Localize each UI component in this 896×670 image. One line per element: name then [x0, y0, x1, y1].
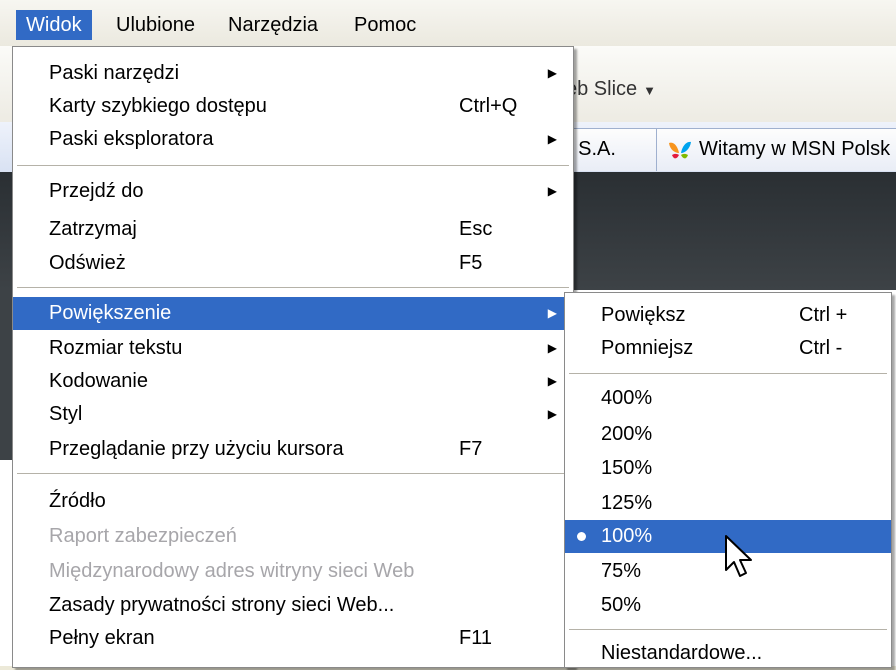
- zoom-item-200[interactable]: 200%: [565, 418, 891, 451]
- menu-tools[interactable]: Narzędzia: [218, 10, 328, 40]
- menu-item-shortcut: Ctrl -: [799, 337, 843, 359]
- menu-item-label: Źródło: [49, 490, 106, 512]
- menu-item-label: 400%: [601, 387, 653, 409]
- web-slice-button[interactable]: eb Slice ▼: [566, 78, 656, 101]
- menu-item-label: 200%: [601, 423, 653, 445]
- menu-bar: Widok Ulubione Narzędzia Pomoc: [0, 0, 896, 47]
- menu-item-label: Styl: [49, 403, 83, 425]
- menu-item-label: 150%: [601, 457, 653, 479]
- menu-item-label: Powiększenie: [49, 302, 172, 324]
- menu-item-encoding[interactable]: Kodowanie ▶: [13, 365, 573, 398]
- submenu-arrow-icon: ▶: [547, 184, 557, 198]
- menu-item-label: 100%: [601, 525, 653, 547]
- zoom-item-50[interactable]: 50%: [565, 589, 891, 622]
- menu-item-label: Zasady prywatności strony sieci Web...: [49, 594, 395, 616]
- submenu-arrow-icon: ▶: [547, 132, 557, 146]
- menu-separator: [17, 287, 569, 288]
- menu-item-explorer-bars[interactable]: Paski eksploratora ▶: [13, 123, 573, 156]
- menu-item-label: Odśwież: [49, 252, 126, 274]
- menu-favorites[interactable]: Ulubione: [106, 10, 205, 40]
- menu-item-shortcut: Esc: [459, 218, 493, 240]
- submenu-arrow-icon: ▶: [547, 66, 557, 80]
- zoom-item-400[interactable]: 400%: [565, 382, 891, 415]
- menu-item-shortcut: Ctrl+Q: [459, 95, 518, 117]
- zoom-item-150[interactable]: 150%: [565, 452, 891, 485]
- menu-item-label: Paski narzędzi: [49, 62, 180, 84]
- menu-separator: [17, 473, 569, 474]
- tab-msn[interactable]: Witamy w MSN Polsk: [656, 128, 896, 171]
- zoom-item-zoom-out[interactable]: Pomniejsz Ctrl -: [565, 332, 891, 365]
- zoom-item-125[interactable]: 125%: [565, 487, 891, 520]
- menu-item-refresh[interactable]: Odśwież F5: [13, 247, 573, 280]
- menu-item-label: Międzynarodowy adres witryny sieci Web: [49, 560, 415, 582]
- menu-item-label: 75%: [601, 560, 642, 582]
- zoom-item-custom[interactable]: Niestandardowe...: [565, 637, 891, 670]
- radio-bullet-icon: [577, 532, 586, 541]
- menu-view[interactable]: Widok: [16, 10, 92, 40]
- menu-item-privacy-policy[interactable]: Zasady prywatności strony sieci Web...: [13, 589, 573, 622]
- dropdown-arrow-icon: ▼: [643, 83, 657, 98]
- menu-item-label: Zatrzymaj: [49, 218, 137, 240]
- menu-separator: [17, 165, 569, 166]
- mouse-cursor-icon: [725, 535, 752, 577]
- menu-item-label: Pomniejsz: [601, 337, 694, 359]
- menu-item-source[interactable]: Źródło: [13, 485, 573, 518]
- zoom-submenu: Powiększ Ctrl + Pomniejsz Ctrl - 400% 20…: [564, 292, 892, 668]
- menu-item-label: Przejdź do: [49, 180, 144, 202]
- menu-item-stop[interactable]: Zatrzymaj Esc: [13, 213, 573, 246]
- submenu-arrow-icon: ▶: [547, 407, 557, 421]
- menu-item-label: Paski eksploratora: [49, 128, 214, 150]
- page-dark-edge: [0, 290, 12, 460]
- menu-separator: [569, 373, 887, 374]
- menu-item-quick-tabs[interactable]: Karty szybkiego dostępu Ctrl+Q: [13, 90, 573, 123]
- menu-item-international-address: Międzynarodowy adres witryny sieci Web: [13, 555, 573, 588]
- menu-item-label: Przeglądanie przy użyciu kursora: [49, 438, 344, 460]
- menu-item-toolbars[interactable]: Paski narzędzi ▶: [13, 57, 573, 90]
- view-menu: Paski narzędzi ▶ Karty szybkiego dostępu…: [12, 46, 574, 668]
- menu-item-shortcut: Ctrl +: [799, 304, 848, 326]
- menu-item-label: Raport zabezpieczeń: [49, 525, 237, 547]
- menu-separator: [569, 629, 887, 630]
- tab-label: t S.A.: [567, 138, 616, 160]
- menu-item-zoom[interactable]: Powiększenie ▶: [13, 297, 573, 330]
- msn-butterfly-icon: [669, 141, 691, 159]
- menu-item-security-report: Raport zabezpieczeń: [13, 520, 573, 553]
- web-slice-label: eb Slice: [566, 78, 638, 100]
- menu-item-label: Kodowanie: [49, 370, 148, 392]
- tab-label: Witamy w MSN Polsk: [699, 138, 891, 160]
- menu-item-caret-browsing[interactable]: Przeglądanie przy użyciu kursora F7: [13, 433, 573, 466]
- menu-item-go-to[interactable]: Przejdź do ▶: [13, 175, 573, 208]
- menu-item-label: Rozmiar tekstu: [49, 337, 183, 359]
- menu-item-shortcut: F7: [459, 438, 483, 460]
- menu-item-shortcut: F11: [459, 627, 492, 649]
- menu-item-label: Pełny ekran: [49, 627, 155, 649]
- menu-item-shortcut: F5: [459, 252, 483, 274]
- submenu-arrow-icon: ▶: [547, 374, 557, 388]
- menu-item-label: 125%: [601, 492, 653, 514]
- submenu-arrow-icon: ▶: [547, 306, 557, 320]
- menu-item-label: Niestandardowe...: [601, 642, 763, 664]
- menu-item-text-size[interactable]: Rozmiar tekstu ▶: [13, 332, 573, 365]
- submenu-arrow-icon: ▶: [547, 341, 557, 355]
- menu-item-style[interactable]: Styl ▶: [13, 398, 573, 431]
- menu-help[interactable]: Pomoc: [344, 10, 426, 40]
- zoom-item-zoom-in[interactable]: Powiększ Ctrl +: [565, 299, 891, 332]
- menu-item-full-screen[interactable]: Pełny ekran F11: [13, 622, 573, 655]
- menu-item-label: Karty szybkiego dostępu: [49, 95, 267, 117]
- menu-item-label: 50%: [601, 594, 642, 616]
- menu-item-label: Powiększ: [601, 304, 686, 326]
